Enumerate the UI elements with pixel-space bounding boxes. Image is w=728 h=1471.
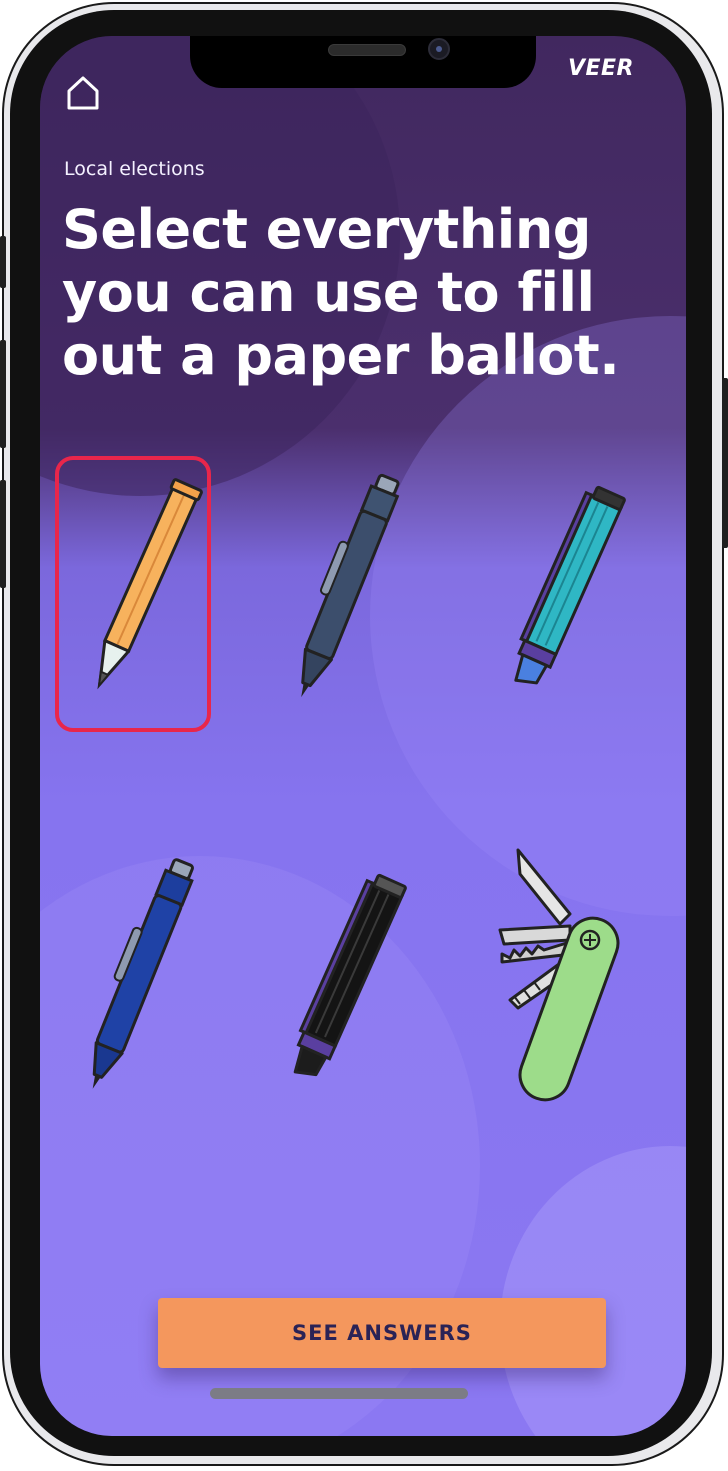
home-icon xyxy=(67,76,99,110)
option-black-marker[interactable] xyxy=(266,844,422,1120)
option-ballpoint-pen-blue[interactable] xyxy=(78,844,234,1120)
side-button-volume-down xyxy=(0,480,6,588)
notch xyxy=(190,36,536,88)
highlighter-icon xyxy=(514,485,626,685)
background-blob xyxy=(500,1146,686,1436)
pencil-icon xyxy=(97,478,203,690)
black-marker-icon xyxy=(293,873,407,1077)
brand-logo-text: VEER xyxy=(567,56,634,81)
grey-pen-icon xyxy=(301,473,400,698)
speaker xyxy=(328,44,406,56)
app-screen: VEER Local elections Select everything y… xyxy=(40,36,686,1436)
home-indicator[interactable] xyxy=(210,1388,468,1399)
side-button-volume-up xyxy=(0,340,6,448)
see-answers-button[interactable]: SEE ANSWERS xyxy=(158,1298,606,1368)
blue-pen-icon xyxy=(92,858,194,1089)
option-pencil[interactable] xyxy=(55,456,211,732)
option-pocket-knife[interactable] xyxy=(490,844,646,1120)
home-button[interactable] xyxy=(64,74,102,112)
side-button-power xyxy=(722,378,728,548)
pocket-knife-icon xyxy=(498,848,620,1102)
front-camera xyxy=(428,38,450,60)
side-button-silent xyxy=(0,236,6,288)
option-highlighter[interactable] xyxy=(485,456,641,732)
option-ballpoint-pen-grey[interactable] xyxy=(285,456,441,732)
section-subtitle: Local elections xyxy=(64,158,205,180)
question-title: Select everything you can use to fill ou… xyxy=(62,198,620,387)
brand-logo: VEER xyxy=(568,56,634,81)
